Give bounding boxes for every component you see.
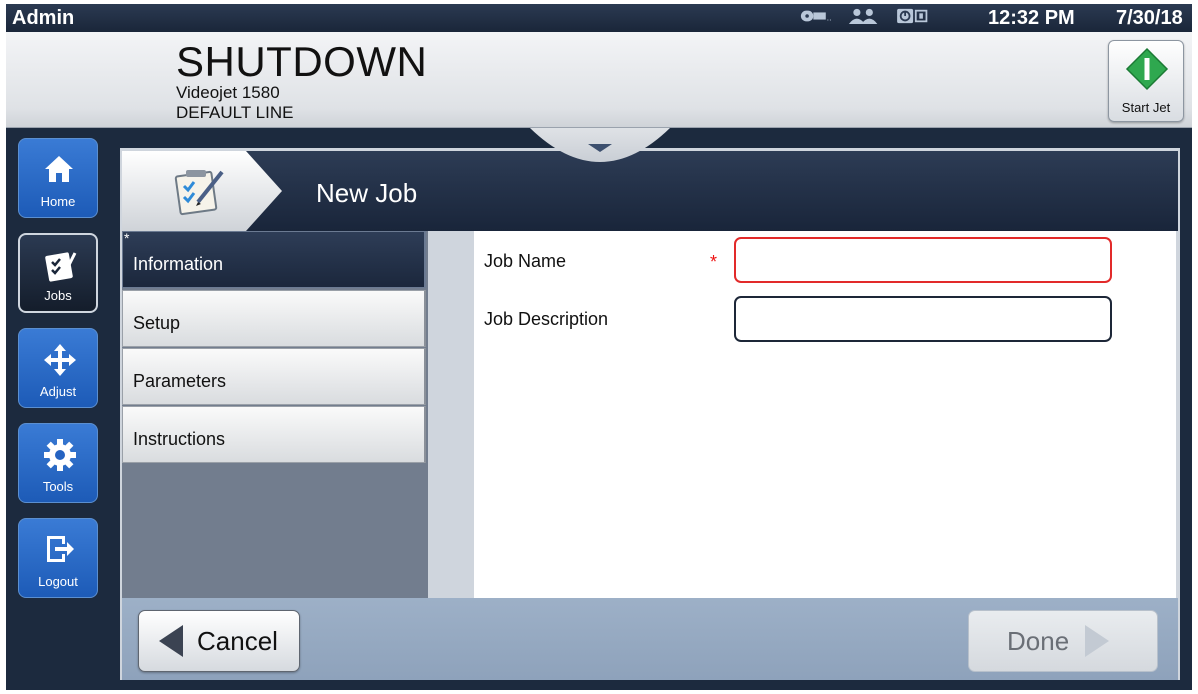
nav-logout-button[interactable]: Logout — [18, 518, 98, 598]
job-name-label: Job Name — [484, 251, 567, 271]
menu-item-parameters[interactable]: Parameters — [122, 348, 426, 405]
start-jet-icon — [1125, 47, 1169, 91]
job-name-input[interactable] — [734, 237, 1112, 283]
cancel-button[interactable]: Cancel — [138, 610, 300, 672]
printer-model: Videojet 1580 — [176, 83, 280, 102]
printer-header: SHUTDOWN Videojet 1580 DEFAULT LINE Star… — [6, 32, 1192, 128]
svg-text:..: .. — [827, 12, 832, 22]
menu-item-instructions[interactable]: Instructions — [122, 406, 426, 463]
nav-adjust-button[interactable]: Adjust — [18, 328, 98, 408]
start-jet-label: Start Jet — [1121, 100, 1171, 115]
gear-icon — [44, 439, 76, 471]
arrow-left-icon — [159, 625, 183, 657]
menu-item-information[interactable]: Information — [122, 231, 426, 288]
menu-item-label: Instructions — [133, 429, 226, 449]
current-user: Admin — [12, 6, 75, 29]
clock-date: 7/30/18 — [1116, 6, 1183, 29]
modified-marker: * — [124, 230, 130, 246]
clock-time: 12:32 PM — [988, 6, 1075, 29]
jet-status-icon[interactable]: .. — [798, 8, 834, 24]
required-marker: * — [710, 252, 718, 272]
production-line: DEFAULT LINE — [176, 103, 294, 122]
nav-jobs-label: Jobs — [44, 288, 72, 303]
menu-item-setup[interactable]: Setup — [122, 290, 426, 347]
job-description-input[interactable] — [734, 296, 1112, 342]
nav-logout-label: Logout — [38, 574, 78, 589]
done-label: Done — [1007, 625, 1070, 656]
jobs-icon — [45, 252, 77, 282]
nav-adjust-label: Adjust — [39, 384, 77, 399]
job-information-form — [474, 231, 1176, 598]
nav-tools-button[interactable]: Tools — [18, 423, 98, 503]
home-icon — [45, 156, 73, 182]
page-title: New Job — [316, 178, 418, 208]
move-arrows-icon — [44, 344, 76, 376]
nav-tools-label: Tools — [42, 479, 74, 494]
menu-item-label: Setup — [133, 313, 181, 333]
users-icon[interactable] — [844, 8, 884, 24]
arrow-right-icon — [1085, 625, 1110, 657]
printhead-status-icon[interactable] — [894, 8, 934, 24]
header-pulldown-tab[interactable] — [530, 120, 670, 162]
menu-item-label: Information — [133, 254, 224, 274]
nav-home-label: Home — [40, 194, 76, 209]
checklist-icon — [174, 170, 224, 216]
job-description-label: Job Description — [484, 309, 609, 329]
logout-icon — [47, 536, 74, 562]
done-button[interactable]: Done — [968, 610, 1158, 672]
menu-divider — [428, 231, 474, 598]
nav-home-button[interactable]: Home — [18, 138, 98, 218]
status-icons: .. — [798, 8, 934, 24]
nav-jobs-button[interactable]: Jobs — [18, 233, 98, 313]
cancel-label: Cancel — [197, 625, 278, 656]
status-bar: Admin .. 12:32 PM 7/30/18 — [6, 4, 1192, 32]
menu-item-label: Parameters — [133, 371, 227, 391]
start-jet-button[interactable]: Start Jet — [1108, 40, 1184, 122]
printer-state: SHUTDOWN — [176, 38, 428, 85]
